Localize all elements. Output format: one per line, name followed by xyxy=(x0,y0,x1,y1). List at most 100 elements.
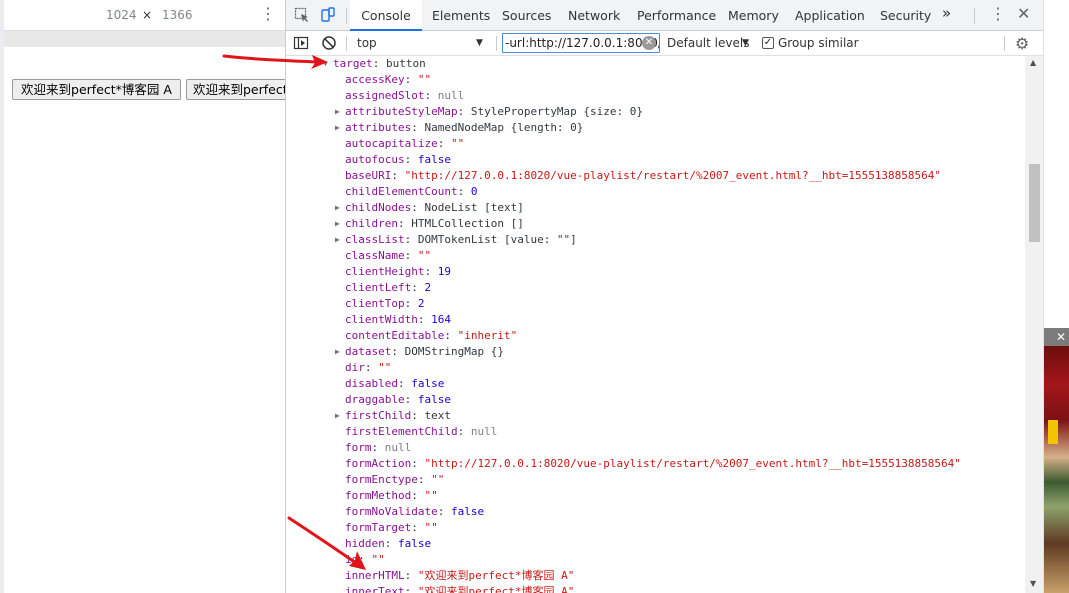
sidebar-toggle-icon[interactable] xyxy=(293,35,309,51)
tab-memory[interactable]: Memory xyxy=(728,0,779,31)
log-levels-selector[interactable]: Default levels xyxy=(667,34,749,53)
tab-performance[interactable]: Performance xyxy=(637,0,716,31)
toolbar-divider xyxy=(496,36,497,51)
console-filter-input[interactable]: -url:http://127.0.0.1:8020/ xyxy=(502,33,660,53)
property-key: dataset xyxy=(345,345,392,358)
tab-application[interactable]: Application xyxy=(795,0,865,31)
clear-filter-icon[interactable]: ✕ xyxy=(642,36,656,50)
collapsed-arrow-icon[interactable]: ▶ xyxy=(335,232,345,248)
property-row: clientWidth: 164 xyxy=(345,313,451,326)
toolbar-divider xyxy=(346,8,347,24)
property-value: 164 xyxy=(431,313,451,326)
toolbar-divider xyxy=(1004,36,1005,51)
toolbar-divider xyxy=(346,36,347,51)
media-query-bar xyxy=(4,31,285,47)
property-key: attributeStyleMap xyxy=(345,105,458,118)
property-row: formNoValidate: false xyxy=(345,505,485,518)
property-key: className xyxy=(345,249,405,262)
close-icon[interactable]: ✕ xyxy=(1052,328,1069,346)
property-value: "" xyxy=(424,521,438,534)
page-button-a[interactable]: 欢迎来到perfect*博客园 A xyxy=(12,79,181,100)
property-value: DOMTokenList [value: ""] xyxy=(417,233,577,246)
property-value: "http://127.0.0.1:8020/vue-playlist/rest… xyxy=(404,169,942,182)
tab-sources[interactable]: Sources xyxy=(502,0,551,31)
property-key: classList xyxy=(345,233,405,246)
property-key: formEnctype xyxy=(345,473,418,486)
property-key: assignedSlot xyxy=(345,89,425,102)
property-key: baseURI xyxy=(345,169,392,182)
property-key: hidden xyxy=(345,537,385,550)
toolbar-divider xyxy=(974,8,975,24)
property-row[interactable]: ▶ firstChild: text xyxy=(335,408,451,424)
property-key: disabled xyxy=(345,377,398,390)
console-scrollbar[interactable]: ▲ ▼ xyxy=(1025,56,1043,593)
tab-elements[interactable]: Elements xyxy=(432,0,490,31)
console-toolbar: top ▼ -url:http://127.0.0.1:8020/ ✕ Defa… xyxy=(286,31,1043,56)
tab-network[interactable]: Network xyxy=(568,0,620,31)
property-row: autocapitalize: "" xyxy=(345,137,465,150)
property-value: "" xyxy=(450,137,465,150)
property-value: null xyxy=(470,425,498,438)
group-similar-checkbox[interactable]: ✓ xyxy=(762,37,774,49)
property-key: clientTop xyxy=(345,297,405,310)
context-selector[interactable]: top xyxy=(352,34,492,53)
property-key: clientWidth xyxy=(345,313,418,326)
property-row: clientLeft: 2 xyxy=(345,281,432,294)
property-key: draggable xyxy=(345,393,405,406)
devtools-tabbar: Console Elements Sources Network Perform… xyxy=(286,0,1043,31)
property-row[interactable]: ▶ classList: DOMTokenList [value: ""] xyxy=(335,232,577,248)
property-row: form: null xyxy=(345,441,412,454)
clear-console-icon[interactable] xyxy=(321,35,337,51)
property-value: "http://127.0.0.1:8020/vue-playlist/rest… xyxy=(424,457,961,470)
page-button-b[interactable]: 欢迎来到perfect*博客园 B xyxy=(186,79,285,100)
collapsed-arrow-icon[interactable]: ▶ xyxy=(335,200,345,216)
scroll-up-icon[interactable]: ▲ xyxy=(1030,58,1036,67)
property-value: 0 xyxy=(470,185,478,198)
inspect-element-icon[interactable] xyxy=(294,7,310,23)
property-key: clientHeight xyxy=(345,265,425,278)
device-height-input[interactable]: 1366 xyxy=(162,8,193,22)
close-icon[interactable]: ✕ xyxy=(1017,4,1030,23)
property-row[interactable]: ▶ attributes: NamedNodeMap {length: 0} xyxy=(335,120,583,136)
property-row[interactable]: ▶ childNodes: NodeList [text] xyxy=(335,200,524,216)
property-row: disabled: false xyxy=(345,377,445,390)
collapsed-arrow-icon[interactable]: ▶ xyxy=(335,344,345,360)
collapsed-arrow-icon[interactable]: ▶ xyxy=(335,120,345,136)
expanded-arrow-icon[interactable]: ▼ xyxy=(323,56,333,72)
device-toggle-icon[interactable] xyxy=(320,7,336,23)
property-value: "" xyxy=(417,249,432,262)
property-row: childElementCount: 0 xyxy=(345,185,478,198)
device-width-input[interactable]: 1024 xyxy=(106,8,137,22)
property-row[interactable]: ▶ attributeStyleMap: StylePropertyMap {si… xyxy=(335,104,643,120)
property-value: "欢迎来到perfect*博客园 A" xyxy=(417,569,575,582)
property-value: DOMStringMap {} xyxy=(404,345,504,358)
property-value: 19 xyxy=(437,265,451,278)
dropdown-arrow-icon: ▼ xyxy=(476,38,483,48)
background-image xyxy=(1044,346,1069,593)
property-value: NamedNodeMap {length: 0} xyxy=(424,121,584,134)
tab-console[interactable]: Console xyxy=(350,0,422,31)
vertical-dots-icon[interactable]: ⋮ xyxy=(260,5,276,23)
scroll-down-icon[interactable]: ▼ xyxy=(1030,579,1036,588)
window-control[interactable] xyxy=(1044,328,1052,346)
collapsed-arrow-icon[interactable]: ▶ xyxy=(335,408,345,424)
tab-security[interactable]: Security xyxy=(880,0,931,31)
property-value: "欢迎来到perfect*博客园 A" xyxy=(417,585,575,593)
property-value: false xyxy=(398,537,432,550)
warning-badge xyxy=(1048,420,1058,444)
object-root-row[interactable]: ▼ target: button xyxy=(323,56,426,72)
property-value: "" xyxy=(371,553,385,566)
collapsed-arrow-icon[interactable]: ▶ xyxy=(335,216,345,232)
collapsed-arrow-icon[interactable]: ▶ xyxy=(335,104,345,120)
more-tabs-icon[interactable]: » xyxy=(942,4,951,22)
property-row[interactable]: ▶ children: HTMLCollection [] xyxy=(335,216,524,232)
property-row: accessKey: "" xyxy=(345,73,432,86)
vertical-dots-icon[interactable]: ⋮ xyxy=(990,4,1006,23)
scroll-thumb[interactable] xyxy=(1029,164,1040,242)
gear-icon[interactable]: ⚙ xyxy=(1015,34,1029,53)
property-value: false xyxy=(417,153,451,166)
property-row: formEnctype: "" xyxy=(345,473,445,486)
property-row: firstElementChild: null xyxy=(345,425,498,438)
property-key: autocapitalize xyxy=(345,137,438,150)
property-row[interactable]: ▶ dataset: DOMStringMap {} xyxy=(335,344,504,360)
